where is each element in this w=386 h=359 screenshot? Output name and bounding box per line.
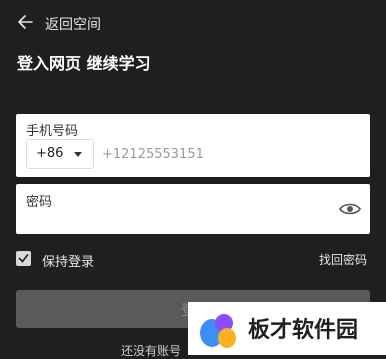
phone-field: 手机号码 +86 xyxy=(16,114,370,177)
password-input[interactable] xyxy=(26,207,326,229)
eye-icon[interactable] xyxy=(339,202,361,216)
country-code-select[interactable]: +86 xyxy=(26,139,94,169)
page-title: 登入网页 继续学习 xyxy=(17,54,151,73)
caret-down-icon xyxy=(74,152,82,157)
remember-label: 保持登录 xyxy=(42,255,95,270)
remember-checkbox[interactable] xyxy=(16,251,31,266)
forgot-password-link[interactable]: 找回密码 xyxy=(319,251,367,268)
watermark-text: 板才软件园 xyxy=(248,318,359,343)
arrow-left-icon[interactable] xyxy=(17,13,33,31)
phone-input[interactable] xyxy=(102,140,352,168)
back-to-space-link[interactable]: 返回空间 xyxy=(45,14,101,34)
watermark-logo-icon xyxy=(200,314,236,348)
watermark: 板才软件园 xyxy=(188,302,386,355)
check-icon xyxy=(18,254,29,263)
password-field: 密码 xyxy=(16,184,370,234)
top-bar: 返回空间 xyxy=(0,0,386,46)
register-prompt[interactable]: 还没有账号 xyxy=(121,342,181,359)
phone-field-label: 手机号码 xyxy=(26,124,79,139)
country-code-value: +86 xyxy=(36,146,64,161)
